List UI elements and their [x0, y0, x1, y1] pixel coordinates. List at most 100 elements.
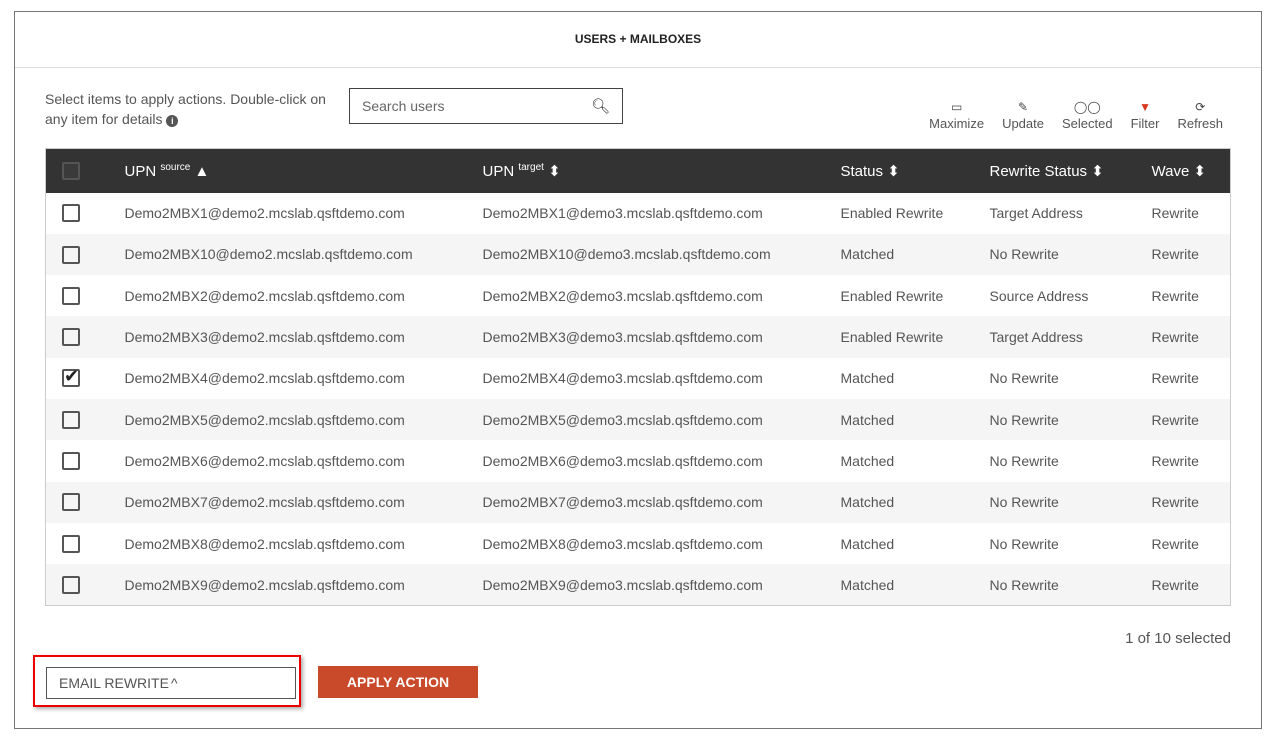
sort-icon: ⬍: [1193, 162, 1207, 180]
row-checkbox[interactable]: [62, 328, 80, 347]
col-wave[interactable]: Wave ⬍: [1150, 148, 1231, 193]
upn-source: Demo2MBX1@demo2.mcslab.qsftdemo.com: [124, 205, 405, 222]
chevron-up-icon: ^: [171, 675, 178, 691]
wave: Rewrite: [1151, 287, 1199, 304]
table-row[interactable]: Demo2MBX8@demo2.mcslab.qsftdemo.com Demo…: [46, 523, 1231, 564]
table-row[interactable]: Demo2MBX1@demo2.mcslab.qsftdemo.com Demo…: [46, 193, 1231, 234]
rewrite-status: No Rewrite: [988, 233, 1151, 276]
rewrite-status: Target Address: [988, 316, 1151, 358]
col-upn-source[interactable]: UPN source ▲: [123, 148, 482, 193]
row-checkbox[interactable]: [62, 493, 80, 512]
row-checkbox-cell: [45, 316, 124, 358]
status: Enabled Rewrite: [839, 316, 989, 358]
row-checkbox-cell: [46, 275, 124, 316]
action-select[interactable]: EMAIL REWRITE ^: [46, 667, 296, 699]
row-checkbox[interactable]: [62, 286, 80, 305]
search-icon[interactable]: 🔍︎: [591, 97, 610, 115]
upn-source: Demo2MBX3@demo2.mcslab.qsftdemo.com: [123, 316, 482, 358]
selection-count: 1 of 10 selected: [1125, 630, 1231, 647]
selected-value: EMAIL REWRITE: [59, 675, 169, 691]
refresh-button[interactable]: ⟳ Refresh: [1177, 100, 1223, 131]
upn-target: Demo2MBX7@demo3.mcslab.qsftdemo.com: [481, 481, 840, 523]
table-row[interactable]: Demo2MBX4@demo2.mcslab.qsftdemo.com Demo…: [46, 358, 1231, 399]
wave: Rewrite: [1150, 564, 1231, 606]
table-row[interactable]: Demo2MBX10@demo2.mcslab.qsftdemo.com Dem…: [45, 233, 1231, 276]
status: Matched: [839, 233, 989, 276]
wave: Rewrite: [1151, 205, 1199, 222]
upn-target: Demo2MBX5@demo3.mcslab.qsftdemo.com: [481, 398, 840, 441]
col-rewrite-status[interactable]: Rewrite Status ⬍: [988, 148, 1151, 193]
table-row[interactable]: Demo2MBX5@demo2.mcslab.qsftdemo.com Demo…: [45, 398, 1231, 441]
upn-target: Demo2MBX6@demo3.mcslab.qsftdemo.com: [482, 452, 763, 469]
label: UPN: [482, 162, 515, 180]
action-select-highlight: EMAIL REWRITE ^: [33, 655, 301, 707]
hint-text: Select items to apply actions. Double-cl…: [45, 91, 326, 127]
row-checkbox-cell: [46, 193, 124, 234]
filter-button[interactable]: ▼ Filter: [1131, 100, 1160, 131]
search-placeholder: Search users: [362, 98, 445, 114]
upn-source: Demo2MBX2@demo2.mcslab.qsftdemo.com: [124, 287, 405, 304]
status: Enabled Rewrite: [840, 205, 944, 222]
upn-source: Demo2MBX5@demo2.mcslab.qsftdemo.com: [123, 398, 482, 441]
status: Matched: [839, 564, 989, 606]
table-row[interactable]: Demo2MBX9@demo2.mcslab.qsftdemo.com Demo…: [45, 564, 1231, 606]
status: Matched: [839, 481, 989, 523]
upn-target: Demo2MBX2@demo3.mcslab.qsftdemo.com: [482, 287, 763, 304]
wave: Rewrite: [1150, 398, 1231, 441]
selected-button[interactable]: ◯◯ Selected: [1062, 100, 1113, 131]
rewrite-status: No Rewrite: [989, 535, 1059, 552]
row-checkbox-cell: [46, 358, 124, 399]
row-checkbox-cell: [45, 233, 124, 276]
upn-source: Demo2MBX8@demo2.mcslab.qsftdemo.com: [124, 535, 405, 552]
wave: Rewrite: [1151, 370, 1199, 387]
label: Maximize: [929, 116, 985, 131]
row-checkbox[interactable]: [62, 410, 80, 429]
label: Rewrite Status: [989, 162, 1088, 180]
col-upn-target[interactable]: UPN target ⬍: [481, 148, 840, 193]
row-checkbox[interactable]: [62, 575, 80, 594]
status: Matched: [839, 398, 989, 441]
table-row[interactable]: Demo2MBX3@demo2.mcslab.qsftdemo.com Demo…: [45, 316, 1231, 358]
upn-source: Demo2MBX7@demo2.mcslab.qsftdemo.com: [123, 481, 482, 523]
table-row[interactable]: Demo2MBX7@demo2.mcslab.qsftdemo.com Demo…: [45, 481, 1231, 523]
rewrite-status: Source Address: [989, 287, 1089, 304]
maximize-button[interactable]: ▭ Maximize: [929, 100, 984, 131]
row-checkbox[interactable]: [62, 366, 80, 388]
filter-icon: ▼: [1139, 100, 1151, 114]
label: Refresh: [1177, 116, 1223, 131]
sup: source: [160, 161, 191, 173]
info-icon[interactable]: i: [166, 115, 179, 127]
select-all-checkbox[interactable]: [62, 161, 80, 180]
rewrite-status: No Rewrite: [988, 564, 1151, 606]
panel-title: USERS + MAILBOXES: [574, 32, 702, 46]
sort-icon: ⬍: [1091, 162, 1104, 180]
row-checkbox[interactable]: [62, 204, 80, 223]
label: Selected: [1061, 116, 1113, 131]
rewrite-status: No Rewrite: [988, 398, 1151, 441]
search-input[interactable]: Search users 🔍︎: [349, 88, 623, 124]
update-button[interactable]: ✎ Update: [1002, 100, 1044, 131]
row-checkbox-cell: [45, 398, 124, 441]
label: Update: [1002, 116, 1044, 131]
upn-target: Demo2MBX10@demo3.mcslab.qsftdemo.com: [481, 233, 840, 276]
label: Filter: [1130, 116, 1160, 131]
row-checkbox[interactable]: [62, 534, 80, 553]
row-checkbox[interactable]: [62, 452, 80, 471]
table-row[interactable]: Demo2MBX2@demo2.mcslab.qsftdemo.com Demo…: [46, 275, 1231, 316]
toolbar: ▭ Maximize ✎ Update ◯◯ Selected ▼ Filter ⟳ Re…: [929, 100, 1223, 131]
apply-action-button[interactable]: APPLY ACTION: [318, 666, 478, 698]
edit-icon: ✎: [1017, 100, 1029, 114]
col-status[interactable]: Status ⬍: [839, 148, 989, 193]
row-checkbox-cell: [46, 523, 124, 564]
status: Matched: [840, 535, 895, 552]
table-row[interactable]: Demo2MBX6@demo2.mcslab.qsftdemo.com Demo…: [46, 440, 1231, 481]
upn-source: Demo2MBX6@demo2.mcslab.qsftdemo.com: [124, 452, 405, 469]
wave: Rewrite: [1151, 535, 1199, 552]
wave: Rewrite: [1151, 452, 1199, 469]
row-checkbox-cell: [45, 564, 124, 606]
row-checkbox[interactable]: [62, 245, 80, 264]
label: Wave: [1151, 162, 1190, 180]
rewrite-status: No Rewrite: [988, 481, 1151, 523]
users-mailboxes-panel: USERS + MAILBOXES Select items to apply …: [14, 11, 1262, 729]
upn-source: Demo2MBX10@demo2.mcslab.qsftdemo.com: [123, 233, 482, 276]
